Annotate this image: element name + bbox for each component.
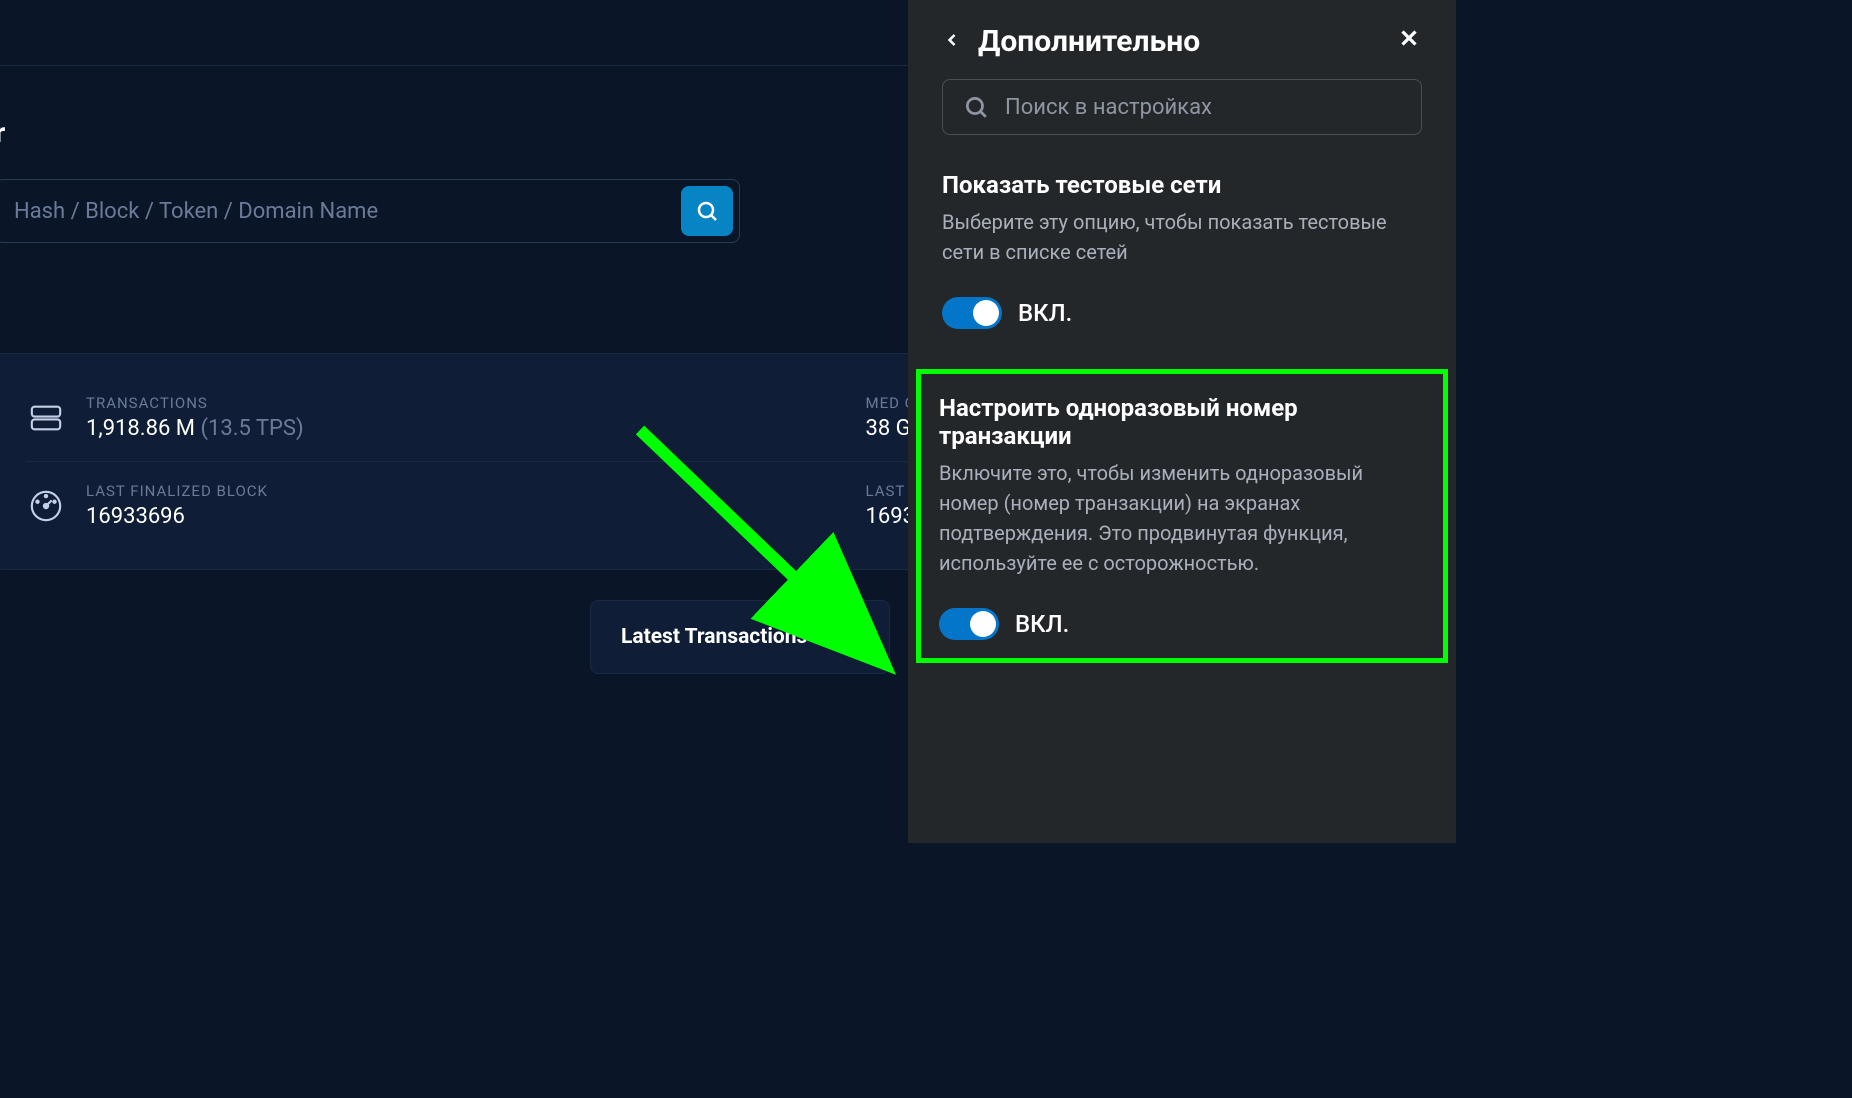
latest-transactions-title: Latest Transactions	[621, 625, 859, 649]
toggle-nonce-label: ВКЛ.	[1015, 610, 1069, 638]
sidebar-header: Дополнительно	[942, 24, 1422, 59]
latest-transactions-panel: Latest Transactions	[590, 600, 890, 674]
stat-transactions-label: TRANSACTIONS	[86, 394, 304, 412]
search-button[interactable]	[681, 186, 733, 236]
stat-transactions-tps: (13.5 TPS)	[200, 416, 303, 441]
settings-search-input[interactable]	[1005, 95, 1401, 120]
chevron-left-icon	[942, 26, 962, 54]
setting-nonce-desc: Включите это, чтобы изменить одноразовый…	[939, 458, 1425, 578]
stat-finalized: LAST FINALIZED BLOCK 16933696	[26, 461, 726, 549]
toggle-nonce[interactable]	[939, 608, 999, 640]
search-icon	[963, 94, 989, 120]
setting-nonce-title: Настроить одноразовый номер транзакции	[939, 394, 1425, 450]
back-button[interactable]	[942, 26, 962, 58]
close-icon	[1396, 25, 1422, 51]
stat-transactions: TRANSACTIONS 1,918.86 M (13.5 TPS)	[26, 374, 726, 461]
sidebar-title: Дополнительно	[978, 24, 1380, 59]
setting-nonce: Настроить одноразовый номер транзакции В…	[939, 394, 1425, 640]
settings-search[interactable]	[942, 79, 1422, 135]
setting-test-networks-title: Показать тестовые сети	[942, 171, 1422, 199]
setting-test-networks-desc: Выберите эту опцию, чтобы показать тесто…	[942, 207, 1422, 267]
highlighted-setting: Настроить одноразовый номер транзакции В…	[916, 369, 1448, 663]
close-button[interactable]	[1396, 25, 1422, 58]
search-input[interactable]	[2, 187, 681, 236]
setting-test-networks: Показать тестовые сети Выберите эту опци…	[942, 171, 1422, 329]
stat-finalized-value: 16933696	[86, 504, 268, 529]
server-icon	[26, 398, 66, 438]
stat-finalized-label: LAST FINALIZED BLOCK	[86, 482, 268, 500]
search-container	[0, 179, 740, 243]
stat-transactions-value: 1,918.86 M	[86, 416, 195, 441]
settings-sidebar: Дополнительно Показать тестовые сети Выб…	[908, 0, 1456, 843]
toggle-test-networks-label: ВКЛ.	[1018, 299, 1072, 327]
toggle-test-networks[interactable]	[942, 297, 1002, 329]
search-icon	[695, 199, 719, 223]
gauge-icon	[26, 486, 66, 526]
